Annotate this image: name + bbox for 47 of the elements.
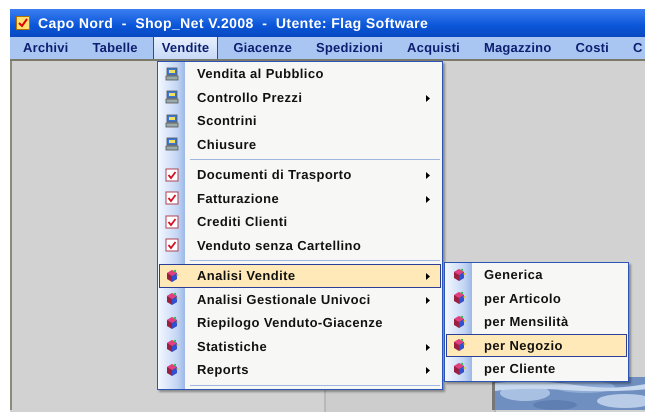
cube-icon: [165, 362, 179, 377]
window-title: Capo Nord - Shop_Net V.2008 - Utente: Flag Software: [38, 14, 428, 33]
menu-item[interactable]: Reports: [159, 358, 441, 382]
menu-item[interactable]: Archivi: [14, 37, 78, 59]
computer-icon: [165, 90, 179, 104]
menu-item[interactable]: Documenti di Trasporto: [159, 163, 441, 186]
cube-icon: [452, 338, 466, 352]
menu-item[interactable]: Vendita al Pubblico: [159, 62, 441, 86]
menu-item[interactable]: Analisi Vendite: [159, 264, 441, 288]
cube-icon: [165, 268, 179, 283]
checkbox-icon: [165, 168, 179, 182]
menu-item[interactable]: Spedizioni: [307, 37, 392, 59]
app-icon: [16, 16, 30, 30]
menu-item[interactable]: Magazzino: [474, 37, 560, 59]
cube-icon: [452, 268, 466, 282]
menu-item[interactable]: Crediti Clienti: [159, 210, 441, 234]
menu-item[interactable]: Giacenze: [224, 37, 302, 59]
computer-icon: [165, 114, 179, 128]
menu-item[interactable]: Tabelle: [83, 37, 147, 59]
computer-icon: [165, 137, 179, 152]
menu-item[interactable]: per Mensilità: [446, 310, 627, 334]
cube-icon: [452, 314, 466, 329]
cube-icon: [165, 339, 179, 354]
checkbox-icon: [165, 191, 179, 206]
menu-item[interactable]: Acquisti: [398, 37, 469, 59]
menu-item[interactable]: Analisi Gestionale Univoci: [159, 288, 441, 311]
cube-icon: [452, 362, 466, 376]
menu-item[interactable]: Statistiche: [159, 334, 441, 358]
cube-icon: [165, 292, 179, 306]
menu-item[interactable]: per Articolo: [446, 286, 627, 310]
menu-item[interactable]: Scontrini: [159, 109, 441, 132]
menu-item[interactable]: Controllo Prezzi: [159, 86, 441, 109]
menu-item[interactable]: per Negozio: [446, 334, 627, 357]
menu-item[interactable]: Vendite: [152, 37, 218, 59]
cube-icon: [452, 291, 466, 306]
menu-item[interactable]: C: [624, 37, 645, 59]
menu-item[interactable]: Costi: [566, 37, 618, 59]
computer-icon: [165, 66, 179, 81]
menu-item[interactable]: Riepilogo Venduto-Giacenze: [159, 311, 441, 334]
cube-icon: [165, 316, 179, 330]
menu-item[interactable]: Venduto senza Cartellino: [159, 234, 441, 257]
menu-item[interactable]: Fatturazione: [159, 186, 441, 210]
menu-item[interactable]: Chiusure: [159, 132, 441, 156]
menu-item[interactable]: per Cliente: [446, 357, 627, 380]
menu-item[interactable]: Generica: [446, 263, 627, 286]
checkbox-icon: [165, 238, 179, 252]
checkbox-icon: [165, 214, 179, 229]
